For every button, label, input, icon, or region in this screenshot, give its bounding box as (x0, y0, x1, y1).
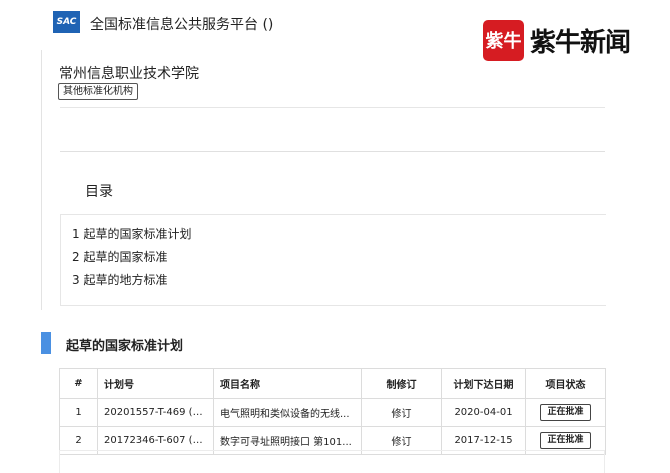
row-index: 1 (59, 398, 98, 427)
table-row: 1 20201557-T-469 (ht... 电气照明和类似设备的无线... … (59, 398, 606, 427)
col-header-project-name: 项目名称 (213, 368, 362, 399)
section-accent-bar (41, 332, 51, 354)
divider (60, 151, 605, 152)
project-name-link[interactable]: 电气照明和类似设备的无线... (213, 398, 362, 427)
col-header-status: 项目状态 (525, 368, 606, 399)
divider (60, 107, 605, 108)
toc-title: 目录 (85, 184, 113, 200)
plan-no-link[interactable]: 20201557-T-469 (ht... (97, 398, 214, 427)
table-header-row: # 计划号 项目名称 制修订 计划下达日期 项目状态 (59, 368, 606, 399)
col-header-issue-date: 计划下达日期 (441, 368, 526, 399)
toc-item-local-standards[interactable]: 3 起草的地方标准 (72, 271, 167, 288)
issue-date: 2020-04-01 (441, 398, 526, 427)
org-name: 常州信息职业技术学院 (59, 66, 199, 82)
toc-item-plans[interactable]: 1 起草的国家标准计划 (72, 225, 191, 242)
sac-logo[interactable]: SAC (53, 11, 80, 33)
org-type-tag: 其他标准化机构 (58, 83, 138, 100)
status-badge[interactable]: 正在批准 (540, 404, 591, 421)
status-badge[interactable]: 正在批准 (540, 432, 591, 449)
revision-type: 修订 (361, 398, 442, 427)
site-title[interactable]: 全国标准信息公共服务平台 () (90, 14, 273, 34)
col-header-plan-no: 计划号 (97, 368, 214, 399)
col-header-revision-type: 制修订 (361, 368, 442, 399)
plan-table: # 计划号 项目名称 制修订 计划下达日期 项目状态 1 20201557-T-… (59, 368, 606, 455)
table-row-partial (59, 450, 605, 473)
status-cell: 正在批准 (525, 398, 606, 427)
col-header-index: # (59, 368, 98, 399)
section-title: 起草的国家标准计划 (66, 339, 184, 354)
toc-item-national-standards[interactable]: 2 起草的国家标准 (72, 248, 167, 265)
